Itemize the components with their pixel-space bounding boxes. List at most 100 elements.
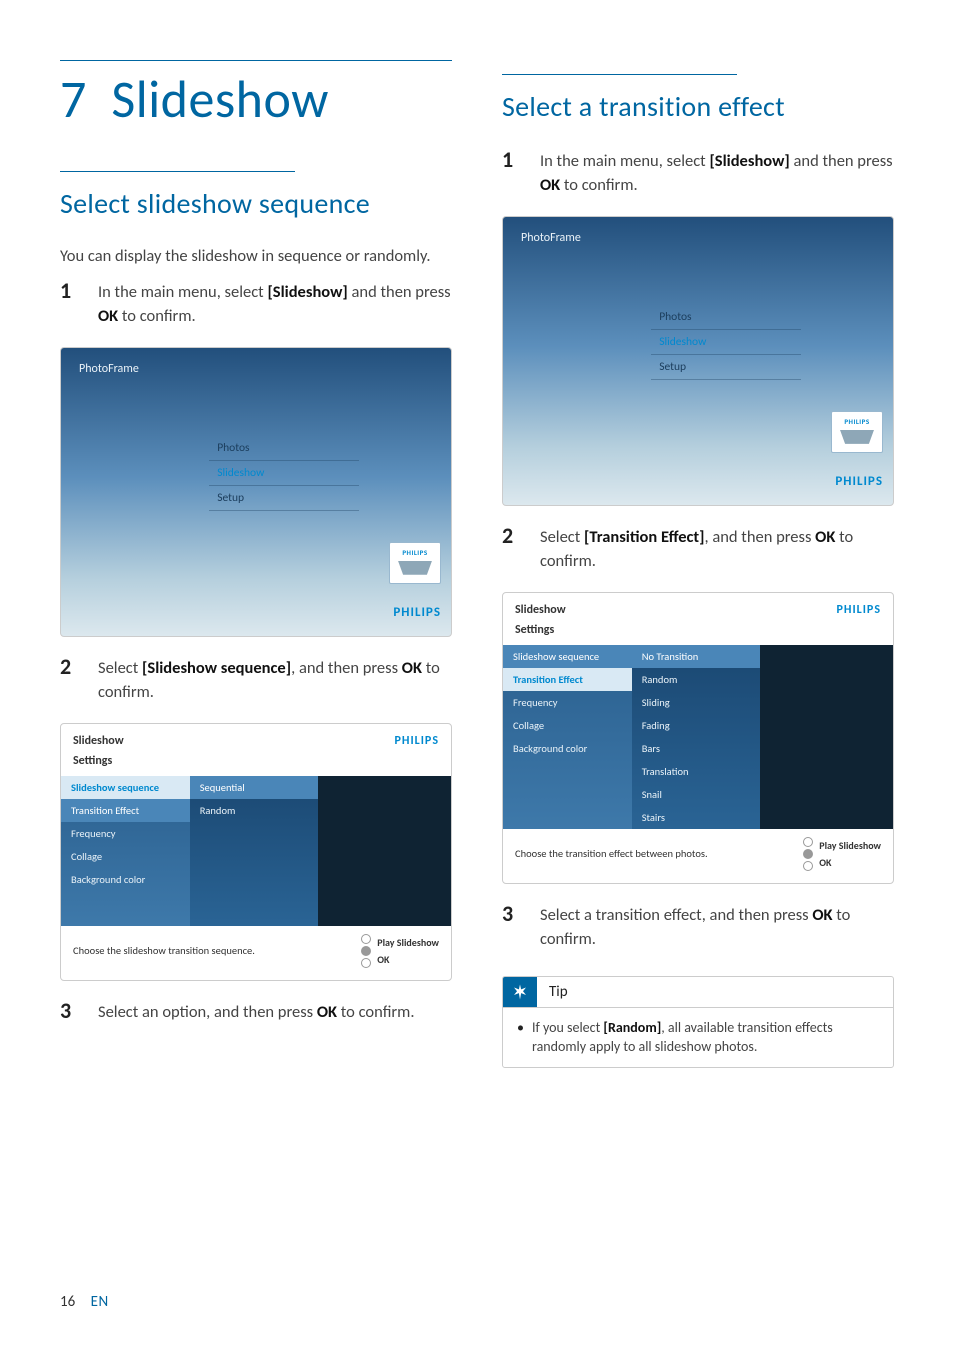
ss-list-item-selected: Slideshow sequence [61,776,190,799]
ss-header: Slideshow PHILIPS [61,724,451,754]
step-1: 1 In the main menu, select [Slideshow] a… [60,279,452,339]
badge-shape-icon [398,561,432,575]
ss-head-title: Slideshow [515,603,566,617]
step-1: 1 In the main menu, select [Slideshow] a… [502,148,894,208]
right-column: Select a transition effect 1 In the main… [502,60,894,1068]
ss-list-item: Frequency [61,822,190,845]
page-language: EN [91,1293,109,1311]
step-number: 2 [502,524,522,584]
step-3: 3 Select a transition effect, and then p… [502,902,894,962]
step-text: Select a transition effect, and then pre… [540,904,894,952]
ss-controls: Play Slideshow OK [361,934,439,968]
philips-badge-icon: PHILIPS [389,542,441,584]
ss-list-item-selected: Transition Effect [503,668,632,691]
ss-value-item: Random [632,668,761,691]
ss-list-item: Collage [61,845,190,868]
ss-value-item-selected: No Transition [632,645,761,668]
section-rule [502,74,737,75]
ss-body: Slideshow sequence Transition Effect Fre… [503,645,893,829]
ss-preview-pane [760,645,893,829]
ss-value-item: Translation [632,760,761,783]
ss-control-labels: Play Slideshow OK [377,936,439,966]
tip-text: If you select [Random], all available tr… [532,1018,879,1057]
ss-menu-item-selected: Slideshow [651,330,801,355]
asterisk-svg-icon [511,983,529,1001]
ss-settings-list: Slideshow sequence Transition Effect Fre… [503,645,632,829]
ss-list-item: Collage [503,714,632,737]
step-number: 3 [502,902,522,962]
philips-logo: PHILIPS [395,734,440,748]
tip-header: Tip [503,977,893,1007]
badge-shape-icon [840,430,874,444]
ss-menu-item: Setup [651,355,801,380]
ss-menu-list: Photos Slideshow Setup [651,305,801,380]
section-title: Select a transition effect [502,89,894,124]
ss-preview-pane [318,776,451,926]
ss-footer: Choose the slideshow transition sequence… [61,926,451,980]
step-text: Select an option, and then press OK to c… [98,1001,415,1025]
dot-icon [803,849,813,859]
philips-badge-icon: PHILIPS [831,411,883,453]
tip-label: Tip [549,983,568,1001]
step-number: 1 [502,148,522,208]
manual-page: 7 Slideshow Select slideshow sequence Yo… [0,0,954,1351]
ss-value-item: Snail [632,783,761,806]
dot-icon [361,958,371,968]
ss-body: Slideshow sequence Transition Effect Fre… [61,776,451,926]
ss-head-title: Slideshow [73,734,124,748]
tip-box: Tip If you select [Random], all availabl… [502,976,894,1068]
chapter-rule [60,60,452,61]
chapter-number: 7 [60,67,87,131]
ss-header: Slideshow PHILIPS [503,593,893,623]
ss-control-label: Play Slideshow [819,839,881,852]
ss-menu-list: Photos Slideshow Setup [209,436,359,511]
ss-menu-item-selected: Slideshow [209,461,359,486]
badge-text: PHILIPS [402,548,427,557]
step-text: Select [Slideshow sequence], and then pr… [98,657,452,705]
dot-icon [803,837,813,847]
ss-list-item: Background color [503,737,632,760]
screenshot-settings-sequence: Slideshow PHILIPS Settings Slideshow seq… [60,723,452,981]
dpad-icon [803,837,813,871]
ss-list-item: Frequency [503,691,632,714]
ss-value-item: Bars [632,737,761,760]
step-number: 1 [60,279,80,339]
philips-logo: PHILIPS [837,603,882,617]
page-footer: 16 EN [60,1293,109,1311]
step-number: 2 [60,655,80,715]
ss-hint-text: Choose the slideshow transition sequence… [73,944,255,957]
section-rule [60,171,295,172]
screenshot-settings-transition: Slideshow PHILIPS Settings Slideshow seq… [502,592,894,884]
ss-controls: Play Slideshow OK [803,837,881,871]
ss-settings-list: Slideshow sequence Transition Effect Fre… [61,776,190,926]
ss-footer: Choose the transition effect between pho… [503,829,893,883]
asterisk-icon [503,977,537,1007]
badge-text: PHILIPS [844,417,869,426]
step-3: 3 Select an option, and then press OK to… [60,999,452,1035]
dpad-icon [361,934,371,968]
step-text: Select [Transition Effect], and then pre… [540,526,894,574]
ss-menu-item: Photos [651,305,801,330]
step-2: 2 Select [Slideshow sequence], and then … [60,655,452,715]
ss-hint-text: Choose the transition effect between pho… [515,847,708,860]
ss-value-item: Sliding [632,691,761,714]
ss-value-item: Fading [632,714,761,737]
philips-logo: PHILIPS [393,605,441,620]
section-title: Select slideshow sequence [60,186,452,221]
dot-icon [361,934,371,944]
ss-value-item: Random [190,799,319,822]
ss-list-item: Slideshow sequence [503,645,632,668]
intro-text: You can display the slideshow in sequenc… [60,245,452,269]
ss-control-label: OK [819,856,881,869]
page-number: 16 [60,1293,75,1311]
ss-menu-item: Photos [209,436,359,461]
two-column-layout: 7 Slideshow Select slideshow sequence Yo… [60,60,894,1068]
step-text: In the main menu, select [Slideshow] and… [98,281,452,329]
ss-value-item-selected: Sequential [190,776,319,799]
ss-title: PhotoFrame [61,348,451,390]
step-number: 3 [60,999,80,1035]
tip-bullet: If you select [Random], all available tr… [517,1018,879,1057]
chapter-title: 7 Slideshow [60,67,452,131]
ss-title: PhotoFrame [503,217,893,259]
chapter-name: Slideshow [111,67,329,131]
